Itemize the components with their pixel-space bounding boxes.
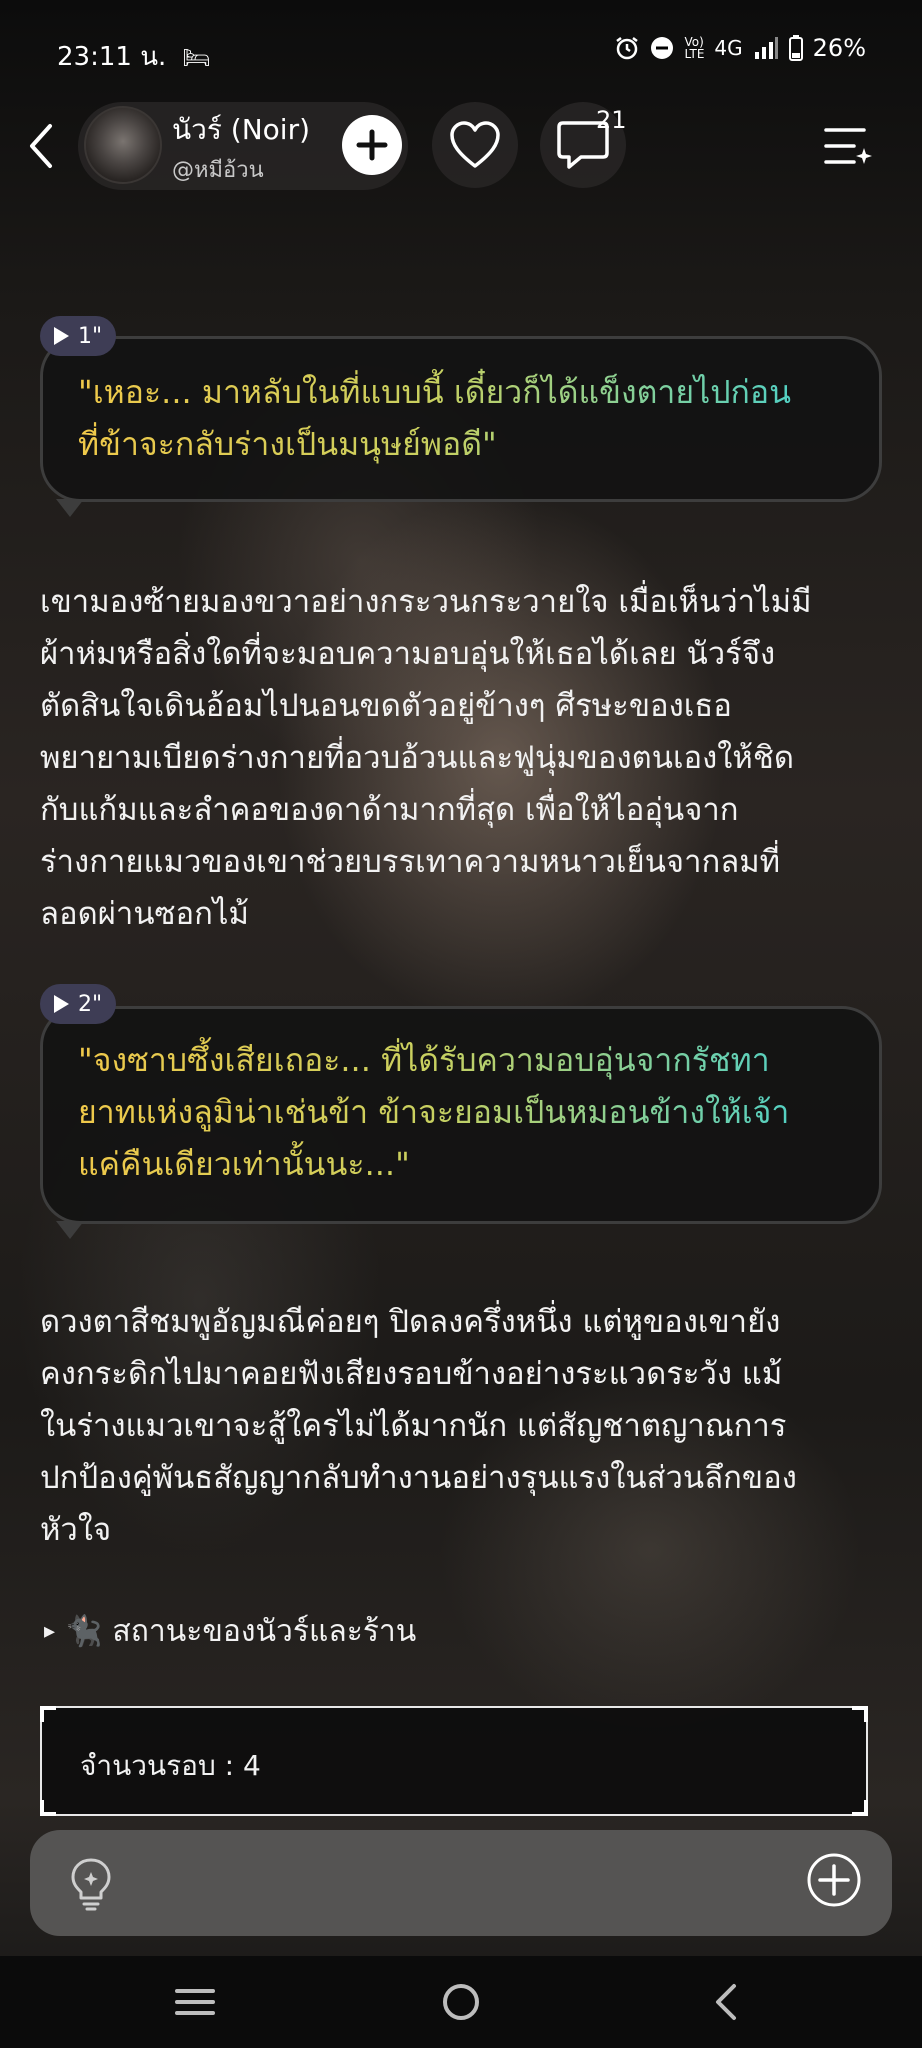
status-section-toggle[interactable]: ▸ 🐈‍⬛ สถานะของนัวร์และร้าน (44, 1608, 416, 1655)
voice-play-button[interactable]: 2" (40, 984, 117, 1024)
recent-apps-icon (175, 1989, 215, 2015)
dialogue-text-2: "จงซาบซึ้งเสียเถอะ... ที่ได้รับความอบอุ่… (78, 1034, 868, 1190)
bubble-tail (56, 499, 84, 517)
home-button[interactable] (431, 1972, 491, 2032)
status-time: 23:11 น. 🛏 (57, 42, 211, 72)
nav-back-button[interactable] (696, 1972, 756, 2032)
cat-emoji-icon: 🐈‍⬛ (65, 1614, 103, 1649)
play-icon (54, 327, 69, 345)
character-handle: @หมีอ้วน (172, 158, 264, 183)
add-attachment-button[interactable] (806, 1852, 862, 1908)
battery-icon (788, 35, 803, 61)
expand-arrow-icon: ▸ (44, 1619, 56, 1644)
like-button[interactable] (432, 102, 518, 188)
dialogue-text-1: "เหอะ... มาหลับในที่แบบนี้ เดี๋ยวก็ได้แข… (78, 366, 868, 470)
round-count: จำนวนรอบ : 4 (80, 1749, 261, 1782)
network-type: 4G (714, 36, 743, 60)
avatar[interactable] (84, 106, 162, 184)
back-arrow-icon (30, 124, 52, 168)
play-icon (54, 995, 69, 1013)
suggestion-button[interactable] (60, 1852, 122, 1914)
battery-level: 26% (812, 34, 866, 62)
volte-icon: Vo) LTE (684, 35, 705, 61)
sleep-bed-icon: 🛏 (182, 46, 211, 71)
bubble-tail (56, 1221, 84, 1239)
voice-play-button[interactable]: 1" (40, 316, 117, 356)
follow-button[interactable] (342, 115, 402, 175)
signal-icon (754, 37, 778, 59)
narration-paragraph-2: ดวงตาสีชมพูอัญมณีค่อยๆ ปิดลงครึ่งหนึ่ง แ… (40, 1304, 797, 1548)
message-input-bar[interactable] (30, 1830, 892, 1936)
alarm-icon (616, 37, 639, 60)
voice-duration: 1" (78, 323, 103, 349)
status-icons: Vo) LTE 4G 26% (614, 34, 866, 62)
character-name: นัวร์ (Noir) (172, 113, 311, 146)
menu-sparkle-icon (824, 128, 872, 164)
plus-icon (356, 129, 388, 161)
heart-icon (450, 121, 500, 168)
narration-paragraph-1: เขามองซ้ายมองขวาอย่างกระวนกระวายใจ เมื่อ… (40, 584, 812, 932)
back-button[interactable] (20, 118, 66, 174)
status-section-label: สถานะของนัวร์และร้าน (112, 1614, 417, 1649)
recent-apps-button[interactable] (165, 1972, 225, 2032)
home-icon (443, 1984, 479, 2020)
dnd-icon (651, 37, 674, 59)
menu-button[interactable] (818, 118, 874, 174)
nav-back-icon (716, 1984, 736, 2020)
voice-duration: 2" (78, 991, 103, 1017)
lightbulb-icon (71, 1858, 111, 1911)
add-circle-icon (807, 1853, 861, 1907)
comment-count: 21 (596, 106, 627, 134)
